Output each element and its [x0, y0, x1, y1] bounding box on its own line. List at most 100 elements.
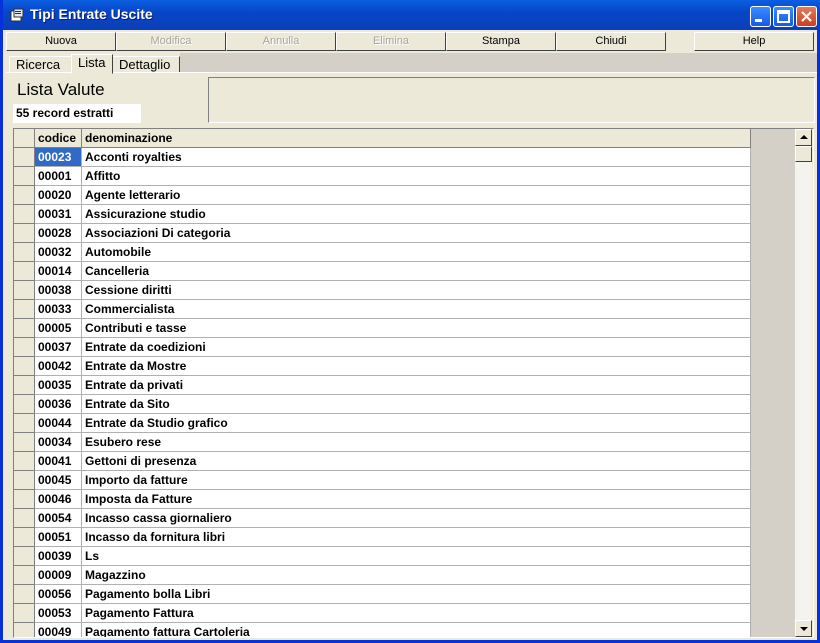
- cell-denominazione[interactable]: Agente letterario: [82, 186, 751, 205]
- cell-denominazione[interactable]: Associazioni Di categoria: [82, 224, 751, 243]
- row-selector[interactable]: [14, 319, 35, 338]
- cell-denominazione[interactable]: Gettoni di presenza: [82, 452, 751, 471]
- title-bar[interactable]: Tipi Entrate Uscite: [3, 0, 820, 30]
- tab-lista[interactable]: Lista: [71, 54, 113, 74]
- table-row[interactable]: 00005 Contributi e tasse: [14, 319, 751, 338]
- table-row[interactable]: 00054 Incasso cassa giornaliero: [14, 509, 751, 528]
- cell-codice[interactable]: 00042: [35, 357, 82, 376]
- cell-denominazione[interactable]: Commercialista: [82, 300, 751, 319]
- row-selector[interactable]: [14, 547, 35, 566]
- cell-denominazione[interactable]: Cessione diritti: [82, 281, 751, 300]
- table-row[interactable]: 00034 Esubero rese: [14, 433, 751, 452]
- cell-codice[interactable]: 00051: [35, 528, 82, 547]
- maximize-button[interactable]: [773, 6, 794, 27]
- row-selector[interactable]: [14, 471, 35, 490]
- cell-denominazione[interactable]: Importo da fatture: [82, 471, 751, 490]
- table-row[interactable]: 00053 Pagamento Fattura: [14, 604, 751, 623]
- cell-codice[interactable]: 00034: [35, 433, 82, 452]
- cell-codice[interactable]: 00009: [35, 566, 82, 585]
- tab-ricerca[interactable]: Ricerca: [9, 56, 72, 73]
- table-row[interactable]: 00031 Assicurazione studio: [14, 205, 751, 224]
- header-denominazione[interactable]: denominazione: [82, 129, 751, 148]
- row-selector[interactable]: [14, 186, 35, 205]
- row-selector[interactable]: [14, 490, 35, 509]
- cell-codice[interactable]: 00045: [35, 471, 82, 490]
- tab-dettaglio[interactable]: Dettaglio: [112, 56, 180, 73]
- row-selector[interactable]: [14, 433, 35, 452]
- cell-codice[interactable]: 00032: [35, 243, 82, 262]
- row-selector[interactable]: [14, 205, 35, 224]
- cell-denominazione[interactable]: Incasso da fornitura libri: [82, 528, 751, 547]
- cell-denominazione[interactable]: Incasso cassa giornaliero: [82, 509, 751, 528]
- table-row[interactable]: 00023 Acconti royalties: [14, 148, 751, 167]
- cell-denominazione[interactable]: Ls: [82, 547, 751, 566]
- table-row[interactable]: 00033 Commercialista: [14, 300, 751, 319]
- vertical-scrollbar[interactable]: [795, 129, 812, 637]
- help-button[interactable]: Help: [694, 32, 814, 51]
- cell-denominazione[interactable]: Affitto: [82, 167, 751, 186]
- cell-denominazione[interactable]: Entrate da Sito: [82, 395, 751, 414]
- cell-denominazione[interactable]: Cancelleria: [82, 262, 751, 281]
- table-row[interactable]: 00009 Magazzino: [14, 566, 751, 585]
- cell-denominazione[interactable]: Entrate da Studio grafico: [82, 414, 751, 433]
- cell-codice[interactable]: 00056: [35, 585, 82, 604]
- data-grid[interactable]: codice denominazione 00023 Acconti royalt…: [13, 128, 814, 638]
- table-row[interactable]: 00042 Entrate da Mostre: [14, 357, 751, 376]
- cell-codice[interactable]: 00039: [35, 547, 82, 566]
- row-selector[interactable]: [14, 509, 35, 528]
- row-selector[interactable]: [14, 148, 35, 167]
- row-selector[interactable]: [14, 167, 35, 186]
- row-selector[interactable]: [14, 300, 35, 319]
- table-row[interactable]: 00036 Entrate da Sito: [14, 395, 751, 414]
- table-row[interactable]: 00020 Agente letterario: [14, 186, 751, 205]
- row-selector[interactable]: [14, 623, 35, 637]
- modifica-button[interactable]: Modifica: [116, 32, 226, 51]
- row-selector[interactable]: [14, 281, 35, 300]
- cell-codice[interactable]: 00049: [35, 623, 82, 637]
- cell-codice[interactable]: 00036: [35, 395, 82, 414]
- cell-codice[interactable]: 00046: [35, 490, 82, 509]
- nuova-button[interactable]: Nuova: [6, 32, 116, 51]
- stampa-button[interactable]: Stampa: [446, 32, 556, 51]
- minimize-button[interactable]: [750, 6, 771, 27]
- table-row[interactable]: 00038 Cessione diritti: [14, 281, 751, 300]
- table-row[interactable]: 00014 Cancelleria: [14, 262, 751, 281]
- cell-denominazione[interactable]: Automobile: [82, 243, 751, 262]
- chiudi-button[interactable]: Chiudi: [556, 32, 666, 51]
- scroll-down-button[interactable]: [795, 620, 812, 637]
- table-row[interactable]: 00041 Gettoni di presenza: [14, 452, 751, 471]
- cell-codice[interactable]: 00001: [35, 167, 82, 186]
- table-row[interactable]: 00046 Imposta da Fatture: [14, 490, 751, 509]
- cell-codice[interactable]: 00053: [35, 604, 82, 623]
- cell-codice[interactable]: 00033: [35, 300, 82, 319]
- table-row[interactable]: 00037 Entrate da coedizioni: [14, 338, 751, 357]
- cell-codice[interactable]: 00028: [35, 224, 82, 243]
- cell-denominazione[interactable]: Entrate da coedizioni: [82, 338, 751, 357]
- cell-denominazione[interactable]: Assicurazione studio: [82, 205, 751, 224]
- cell-denominazione[interactable]: Esubero rese: [82, 433, 751, 452]
- cell-codice[interactable]: 00014: [35, 262, 82, 281]
- row-selector[interactable]: [14, 452, 35, 471]
- cell-denominazione[interactable]: Imposta da Fatture: [82, 490, 751, 509]
- table-row[interactable]: 00044 Entrate da Studio grafico: [14, 414, 751, 433]
- table-row[interactable]: 00056 Pagamento bolla Libri: [14, 585, 751, 604]
- cell-codice[interactable]: 00020: [35, 186, 82, 205]
- cell-denominazione[interactable]: Pagamento fattura Cartoleria: [82, 623, 751, 637]
- cell-codice[interactable]: 00054: [35, 509, 82, 528]
- row-selector[interactable]: [14, 338, 35, 357]
- scroll-thumb[interactable]: [795, 146, 812, 162]
- cell-denominazione[interactable]: Entrate da Mostre: [82, 357, 751, 376]
- row-selector[interactable]: [14, 243, 35, 262]
- table-row[interactable]: 00001 Affitto: [14, 167, 751, 186]
- cell-codice[interactable]: 00041: [35, 452, 82, 471]
- cell-codice[interactable]: 00035: [35, 376, 82, 395]
- row-selector[interactable]: [14, 528, 35, 547]
- table-row[interactable]: 00032 Automobile: [14, 243, 751, 262]
- table-row[interactable]: 00035 Entrate da privati: [14, 376, 751, 395]
- row-selector[interactable]: [14, 262, 35, 281]
- cell-denominazione[interactable]: Pagamento bolla Libri: [82, 585, 751, 604]
- row-selector[interactable]: [14, 604, 35, 623]
- row-selector[interactable]: [14, 357, 35, 376]
- scroll-up-button[interactable]: [795, 129, 812, 146]
- row-selector[interactable]: [14, 414, 35, 433]
